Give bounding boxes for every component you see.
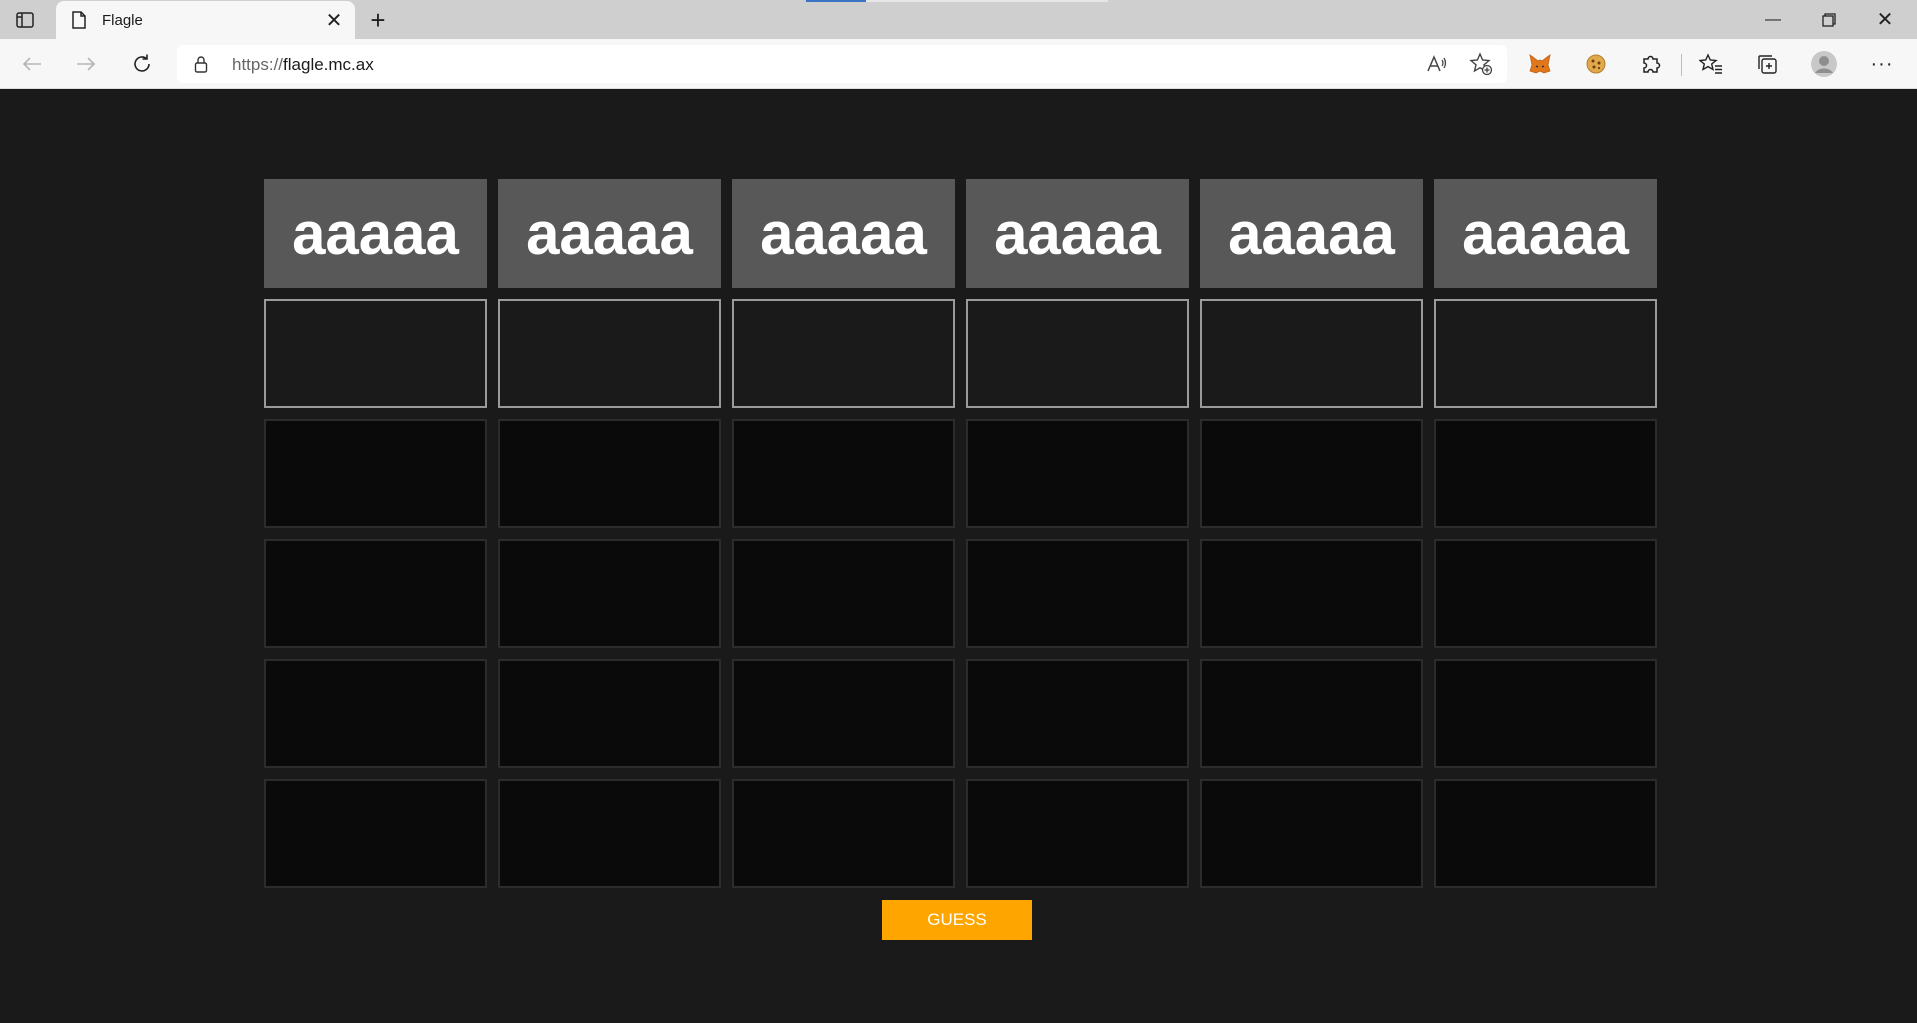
minimize-icon[interactable]: — [1745, 0, 1801, 39]
guess-input-cell[interactable] [1200, 299, 1423, 408]
board-cell: aaaaa [732, 179, 955, 288]
page-content: aaaaa aaaaa aaaaa aaaaa aaaaa aaaaa GUESS [0, 89, 1917, 1023]
read-aloud-icon[interactable] [1425, 52, 1449, 76]
board-cell [498, 419, 721, 528]
tab-strip: Flagle ✕ + — ✕ [0, 0, 1917, 39]
board-cell [1200, 419, 1423, 528]
board-cell: aaaaa [264, 179, 487, 288]
favorites-icon[interactable] [1695, 48, 1727, 80]
board-cell [1434, 419, 1657, 528]
board-cell [1200, 659, 1423, 768]
lock-icon[interactable] [191, 54, 211, 74]
extensions-icon[interactable] [1635, 48, 1667, 80]
board-cell [264, 659, 487, 768]
url-scheme: https:// [232, 55, 284, 74]
board-cell [1434, 659, 1657, 768]
restore-icon[interactable] [1801, 0, 1857, 39]
board-cell [264, 779, 487, 888]
back-icon[interactable] [16, 48, 48, 80]
board-cell: aaaaa [1434, 179, 1657, 288]
board-cell [732, 779, 955, 888]
page-icon [70, 10, 88, 30]
collections-icon[interactable] [1751, 48, 1783, 80]
guess-input-cell[interactable] [264, 299, 487, 408]
board-cell [732, 539, 955, 648]
guess-input-cell[interactable] [966, 299, 1189, 408]
board-cell [732, 419, 955, 528]
board-cell: aaaaa [966, 179, 1189, 288]
new-tab-icon[interactable]: + [364, 5, 392, 35]
tab-actions-icon[interactable] [14, 9, 36, 31]
more-menu-icon[interactable]: ··· [1866, 48, 1898, 80]
board-cell [264, 419, 487, 528]
close-window-icon[interactable]: ✕ [1857, 0, 1913, 39]
guess-button[interactable]: GUESS [882, 900, 1032, 940]
close-tab-icon[interactable]: ✕ [319, 5, 349, 35]
browser-toolbar: https://flagle.mc.ax ··· [0, 39, 1917, 89]
tab-flagle[interactable]: Flagle ✕ [56, 1, 355, 39]
board-cell [498, 779, 721, 888]
profile-avatar-icon[interactable] [1808, 48, 1840, 80]
cookie-extension-icon[interactable] [1580, 48, 1612, 80]
board-cell [732, 659, 955, 768]
url-host: flagle.mc.ax [283, 55, 374, 74]
board-cell [966, 539, 1189, 648]
tab-title: Flagle [102, 11, 143, 29]
guess-input-cell[interactable] [732, 299, 955, 408]
guess-input-cell[interactable] [498, 299, 721, 408]
forward-icon[interactable] [70, 48, 102, 80]
guess-input-cell[interactable] [1434, 299, 1657, 408]
board-cell [1200, 779, 1423, 888]
url-text: https://flagle.mc.ax [232, 55, 374, 75]
metamask-extension-icon[interactable] [1524, 48, 1556, 80]
board-cell [966, 779, 1189, 888]
board-cell [1200, 539, 1423, 648]
add-favorite-icon[interactable] [1469, 52, 1493, 76]
board-cell: aaaaa [498, 179, 721, 288]
tab-progress-track [866, 0, 1108, 2]
refresh-icon[interactable] [126, 48, 158, 80]
address-bar[interactable]: https://flagle.mc.ax [177, 45, 1507, 83]
board-cell [498, 659, 721, 768]
board-cell [498, 539, 721, 648]
board-cell: aaaaa [1200, 179, 1423, 288]
board-cell [966, 419, 1189, 528]
board-cell [1434, 779, 1657, 888]
toolbar-separator [1681, 54, 1682, 76]
board-cell [966, 659, 1189, 768]
board-cell [1434, 539, 1657, 648]
guess-board: aaaaa aaaaa aaaaa aaaaa aaaaa aaaaa [264, 179, 1657, 888]
tab-progress-indicator [806, 0, 866, 2]
board-cell [264, 539, 487, 648]
